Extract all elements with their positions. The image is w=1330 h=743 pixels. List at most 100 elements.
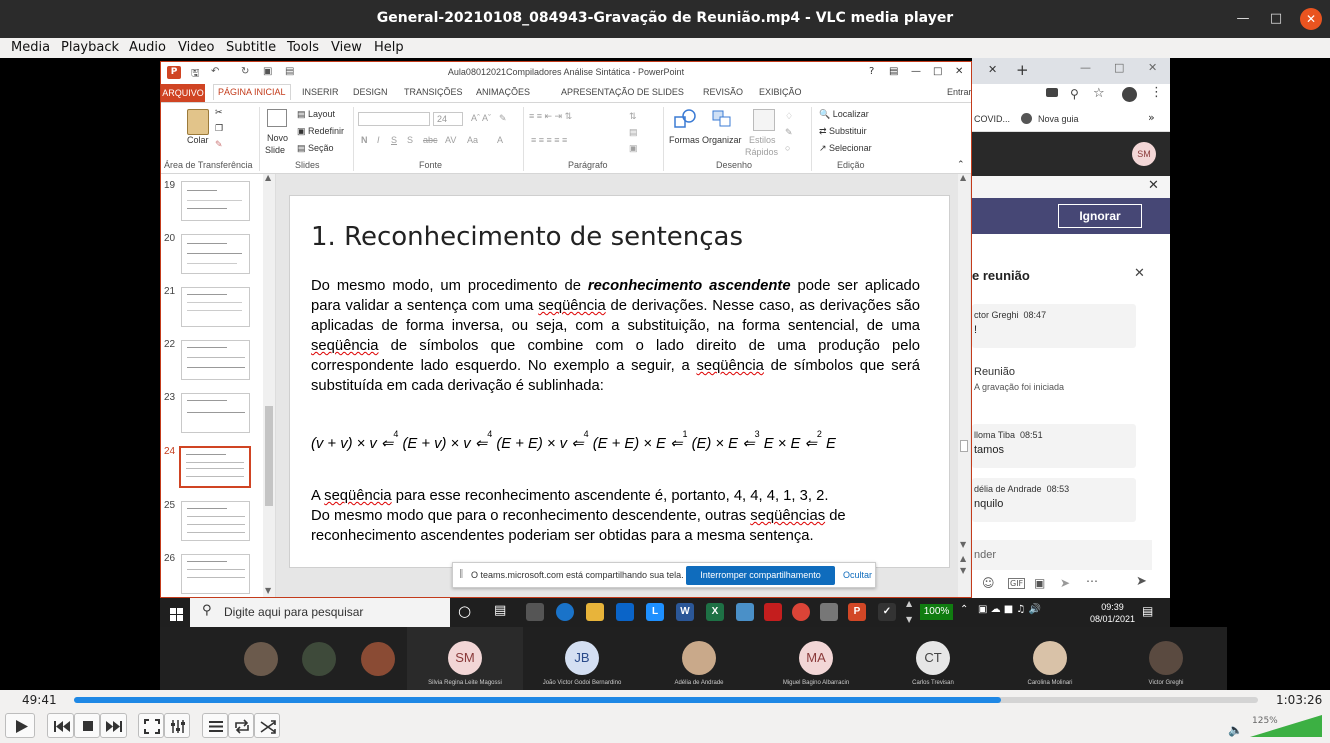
scrollbar-thumb[interactable] — [265, 406, 273, 506]
tab-apresentacao[interactable]: APRESENTAÇÃO DE SLIDES — [561, 87, 684, 97]
seek-bar[interactable] — [74, 697, 1258, 703]
minimize-button[interactable]: — — [1232, 8, 1254, 30]
collapse-ribbon-icon[interactable]: ⌃ — [957, 159, 965, 170]
menu-view[interactable]: View — [331, 40, 362, 55]
menu-audio[interactable]: Audio — [129, 40, 166, 55]
tab-transicoes[interactable]: TRANSIÇÕES — [404, 87, 463, 97]
tab-inserir[interactable]: INSERIR — [302, 87, 339, 97]
powerpoint-taskbar-icon[interactable]: P — [848, 603, 866, 621]
play-button[interactable] — [5, 713, 35, 738]
user-avatar[interactable]: SM — [1132, 142, 1156, 166]
edge-icon[interactable] — [556, 603, 574, 621]
grow-font-icon[interactable]: Aˆ Aˇ — [471, 113, 491, 123]
calculator-icon[interactable] — [820, 603, 838, 621]
close-button[interactable]: ✕ — [1300, 8, 1322, 30]
cut-icon[interactable]: ✂ — [215, 107, 223, 118]
sign-in-link[interactable]: Entrar — [947, 87, 971, 97]
windows-start-icon[interactable] — [170, 606, 183, 621]
tab-revisao[interactable]: REVISÃO — [703, 87, 743, 97]
store-icon[interactable] — [526, 603, 544, 621]
participant-tile[interactable]: SM Silvia Regina Leite Magossi — [407, 627, 523, 690]
word-icon[interactable]: W — [676, 603, 694, 621]
stop-sharing-button[interactable]: Interromper compartilhamento — [686, 566, 835, 585]
presentation-icon[interactable]: ▣ — [263, 66, 272, 77]
section-button[interactable]: ▤ Seção — [297, 143, 334, 154]
extended-settings-button[interactable] — [164, 713, 190, 738]
menu-video[interactable]: Video — [178, 40, 214, 55]
slide-scrollbar[interactable]: ▲ ▼ ▲ ▼ — [958, 173, 970, 597]
menu-media[interactable]: Media — [11, 40, 50, 55]
next-slide-icon[interactable]: ▼ — [960, 566, 966, 575]
shape-outline-icon[interactable]: ✎ — [785, 127, 793, 138]
computer-icon[interactable] — [736, 603, 754, 621]
ribbon-options-icon[interactable]: ▤ — [889, 66, 898, 77]
shape-fill-icon[interactable]: ♢ — [785, 111, 793, 122]
underline-button[interactable]: S — [391, 135, 397, 145]
previous-slide-icon[interactable]: ▲ — [960, 554, 966, 563]
format-painter-icon[interactable]: ✎ — [215, 139, 223, 150]
bold-button[interactable]: N — [361, 135, 368, 145]
slide-thumbnail[interactable] — [181, 501, 250, 541]
cortana-icon[interactable]: ○ — [458, 602, 471, 620]
scrollbar-thumb[interactable] — [960, 440, 968, 452]
shapes-button[interactable]: Formas — [669, 135, 700, 145]
hide-banner-button[interactable]: Ocultar — [843, 570, 872, 580]
tab-animacoes[interactable]: ANIMAÇÕES — [476, 87, 530, 97]
participant-tile[interactable]: MA Miguel Bagino Albarracin — [758, 627, 874, 690]
bullets-icon[interactable]: ≡ ≡ ⇤ ⇥ ⇅ — [529, 111, 572, 122]
menu-tools[interactable]: Tools — [287, 40, 319, 55]
speaker-icon[interactable]: 🔈 — [1228, 723, 1243, 737]
align-icons[interactable]: ≡ ≡ ≡ ≡ ≡ — [531, 135, 567, 145]
ppt-close-button[interactable]: ✕ — [955, 66, 963, 77]
drag-handle-icon[interactable]: ‖ — [459, 569, 464, 579]
maximize-button[interactable]: □ — [1265, 8, 1287, 30]
stop-button[interactable] — [74, 713, 100, 738]
mail-icon[interactable] — [616, 603, 634, 621]
slide-thumbnail[interactable] — [181, 554, 250, 594]
font-color-button[interactable]: A — [497, 135, 503, 145]
copy-icon[interactable]: ❐ — [215, 123, 223, 134]
task-view-icon[interactable]: ▤ — [494, 603, 506, 618]
participant-tile[interactable]: CT Carlos Trevisan — [875, 627, 991, 690]
quick-styles-button[interactable]: Estilos — [749, 135, 776, 145]
gif-icon[interactable]: GIF — [1008, 578, 1026, 589]
smartart-icon[interactable]: ▣ — [629, 143, 638, 154]
menu-playback[interactable]: Playback — [61, 40, 119, 55]
help-icon[interactable]: ? — [869, 66, 874, 77]
zoom-down-icon[interactable]: ▼ — [906, 615, 912, 624]
scroll-up-icon[interactable]: ▲ — [265, 173, 271, 182]
fullscreen-button[interactable] — [138, 713, 164, 738]
bookmark-new-tab[interactable]: Nova guia — [1038, 114, 1079, 124]
find-button[interactable]: 🔍 Localizar — [819, 109, 869, 120]
shuffle-button[interactable] — [254, 713, 280, 738]
spacing-button[interactable]: AV — [445, 135, 456, 145]
sticker-icon[interactable]: ▣ — [1034, 576, 1045, 590]
participant-tile[interactable]: Carolina Molinari — [992, 627, 1108, 690]
quick-styles-button-line2[interactable]: Rápidos — [745, 147, 778, 157]
font-size-field[interactable]: 24 — [433, 112, 463, 126]
zoom-level-badge[interactable]: 100% — [920, 604, 953, 620]
ppt-maximize-button[interactable]: □ — [933, 66, 942, 77]
shadow-button[interactable]: S — [407, 135, 413, 145]
ppt-minimize-button[interactable]: — — [911, 66, 921, 77]
chrome-icon[interactable] — [792, 603, 810, 621]
participant-tile[interactable]: Adélia de Andrade — [641, 627, 757, 690]
acrobat-icon[interactable] — [764, 603, 782, 621]
bookmark-covid[interactable]: COVID... — [974, 114, 1010, 124]
slide-thumbnail[interactable] — [181, 340, 250, 380]
tab-arquivo[interactable]: ARQUIVO — [161, 84, 205, 102]
slide-thumbnail[interactable] — [181, 393, 250, 433]
tab-exibicao[interactable]: EXIBIÇÃO — [759, 87, 802, 97]
menu-help[interactable]: Help — [374, 40, 404, 55]
font-name-field[interactable] — [358, 112, 430, 126]
file-explorer-icon[interactable] — [586, 603, 604, 621]
layout-button[interactable]: ▤ Layout — [297, 109, 335, 120]
new-slide-button[interactable]: Novo — [267, 133, 288, 143]
paste-button[interactable]: Colar — [187, 135, 209, 145]
undo-icon[interactable]: ↶ — [211, 66, 219, 77]
scroll-up-icon[interactable]: ▲ — [960, 173, 966, 182]
l-app-icon[interactable]: L — [646, 603, 664, 621]
redo-icon[interactable]: ↻ — [241, 66, 249, 77]
slide-thumbnail-selected[interactable] — [179, 446, 251, 488]
total-time[interactable]: 1:03:26 — [1276, 693, 1322, 707]
